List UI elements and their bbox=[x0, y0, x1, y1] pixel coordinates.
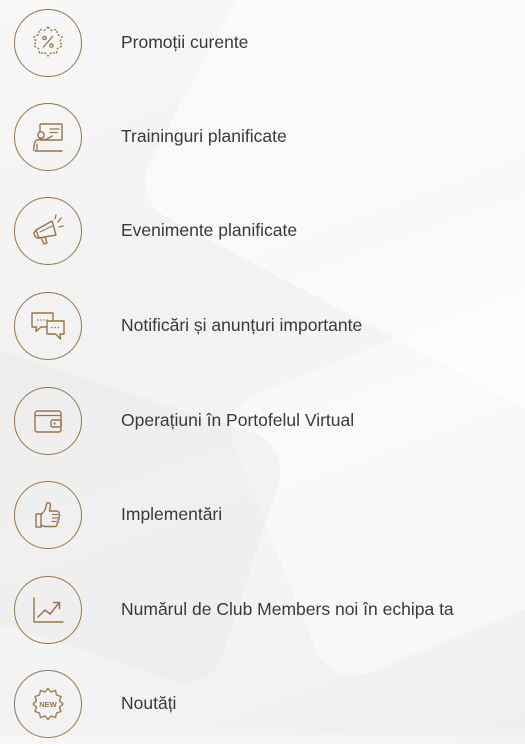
list-item-notifications[interactable]: Notificări și anunțuri importante bbox=[0, 286, 525, 366]
new-badge-text: NEW bbox=[39, 700, 57, 709]
megaphone-icon bbox=[33, 214, 64, 245]
item-label: Implementări bbox=[121, 504, 223, 524]
list-item-trainings[interactable]: Traininguri planificate bbox=[0, 97, 525, 177]
list-item-news[interactable]: NEW Noutăți bbox=[0, 664, 525, 744]
chat-bubbles-icon bbox=[31, 312, 65, 340]
icon-circle bbox=[14, 387, 82, 455]
list-item-wallet-operations[interactable]: Operațiuni în Portofelul Virtual bbox=[0, 381, 525, 461]
item-label: Notificări și anunțuri importante bbox=[121, 315, 363, 335]
growth-chart-icon bbox=[33, 597, 64, 623]
item-label: Operațiuni în Portofelul Virtual bbox=[121, 410, 355, 430]
item-label: Promoții curente bbox=[121, 32, 249, 52]
icon-circle bbox=[14, 103, 82, 171]
item-label: Numărul de Club Members noi în echipa ta bbox=[121, 599, 454, 619]
thumbs-up-icon bbox=[35, 502, 61, 528]
item-label: Noutăți bbox=[121, 693, 177, 713]
icon-circle bbox=[14, 197, 82, 265]
icon-circle bbox=[14, 576, 82, 644]
icon-circle: NEW bbox=[14, 670, 82, 738]
list-item-promotions[interactable]: Promoții curente bbox=[0, 3, 525, 83]
wallet-icon bbox=[34, 410, 62, 433]
notification-preferences-list: Promoții curente Traininguri planificate bbox=[0, 0, 525, 738]
item-label: Evenimente planificate bbox=[121, 220, 298, 240]
percent-badge-icon bbox=[33, 26, 63, 57]
list-item-events[interactable]: Evenimente planificate bbox=[0, 191, 525, 271]
list-item-implementations[interactable]: Implementări bbox=[0, 475, 525, 555]
list-item-new-club-members[interactable]: Numărul de Club Members noi în echipa ta bbox=[0, 570, 525, 650]
presentation-board-icon bbox=[32, 123, 63, 152]
icon-circle bbox=[14, 292, 82, 360]
new-badge-icon: NEW bbox=[32, 687, 64, 721]
icon-circle bbox=[14, 9, 82, 77]
icon-circle bbox=[14, 481, 82, 549]
item-label: Traininguri planificate bbox=[121, 126, 287, 146]
